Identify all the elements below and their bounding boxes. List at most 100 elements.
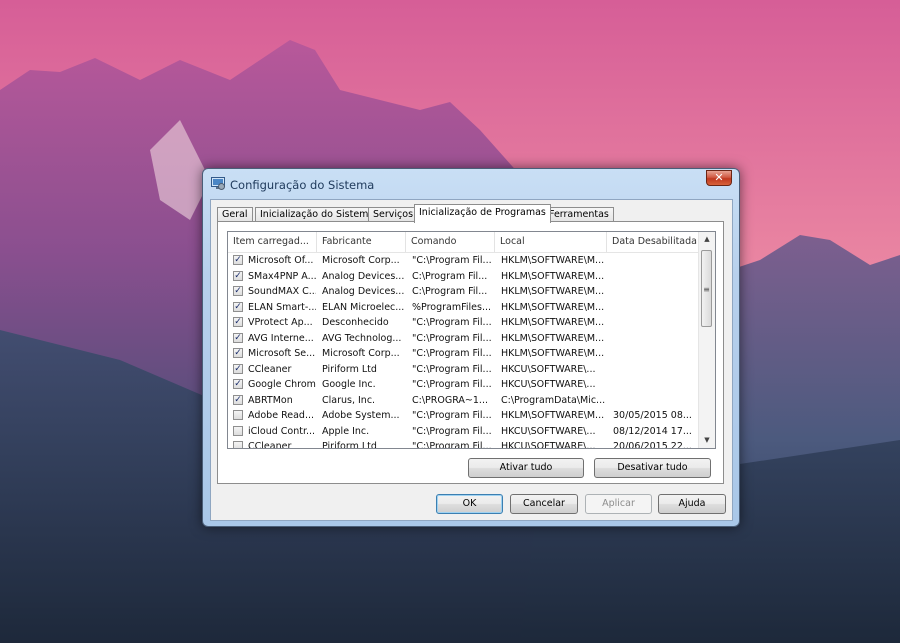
cell-date	[613, 377, 699, 393]
startup-item-checkbox[interactable]: ✓	[233, 270, 243, 281]
vertical-scrollbar[interactable]: ▲ ≡ ▼	[698, 232, 715, 448]
list-header: Item carregad... Fabricante Comando Loca…	[228, 232, 700, 253]
cell-date	[613, 253, 699, 269]
title-bar[interactable]: Configuração do Sistema ✕	[203, 169, 739, 199]
tab-startup[interactable]: Inicialização de Programas	[414, 204, 551, 223]
cell-location: HKLM\SOFTWARE\M...	[501, 410, 605, 421]
cell-maker: Piriform Ltd	[322, 441, 377, 449]
apply-button[interactable]: Aplicar	[585, 494, 652, 514]
table-row[interactable]: ✓ SMax4PNP A... Analog Devices... C:\Progra…	[228, 269, 700, 285]
column-header-date-disabled[interactable]: Data Desabilitada	[607, 232, 700, 252]
close-icon: ✕	[714, 171, 724, 184]
table-row[interactable]: CCleaner Piriform Ltd "C:\Program Fil... HK…	[228, 439, 700, 449]
cell-command: %ProgramFiles...	[412, 301, 492, 313]
startup-item-checkbox[interactable]: ✓	[233, 394, 243, 405]
startup-item-checkbox[interactable]	[233, 425, 243, 436]
table-row[interactable]: ✓ CCleaner Piriform Ltd "C:\Program Fil... H…	[228, 362, 700, 378]
cell-item: ABRTMon	[248, 394, 293, 406]
cell-maker: AVG Technolog...	[322, 332, 402, 344]
cell-command: C:\Program Fil...	[412, 270, 488, 282]
help-button[interactable]: Ajuda	[658, 494, 726, 514]
cell-item: VProtect Ap...	[248, 317, 313, 328]
close-button[interactable]: ✕	[706, 170, 732, 186]
cell-date	[613, 300, 699, 316]
tab-boot[interactable]: Inicialização do Sistema	[255, 207, 380, 222]
enable-all-button[interactable]: Ativar tudo	[468, 458, 584, 478]
startup-item-checkbox[interactable]: ✓	[233, 379, 243, 389]
scroll-thumb[interactable]: ≡	[701, 250, 712, 327]
cell-location: HKLM\SOFTWARE\M...	[501, 270, 605, 282]
scroll-down-arrow-icon[interactable]: ▼	[699, 433, 715, 448]
cell-item: iCloud Contr...	[248, 425, 316, 437]
table-row[interactable]: Adobe Read... Adobe System... "C:\Program …	[228, 408, 700, 424]
table-row[interactable]: ✓ ABRTMon Clarus, Inc. C:\PROGRA~1... C:\Pro…	[228, 393, 700, 409]
cell-item: SoundMAX C...	[248, 286, 316, 297]
cell-date	[613, 393, 699, 409]
table-row[interactable]: ✓ ELAN Smart-... ELAN Microelec... %Program…	[228, 300, 700, 316]
startup-item-checkbox[interactable]: ✓	[233, 301, 243, 312]
startup-item-checkbox[interactable]: ✓	[233, 255, 243, 265]
cell-maker: Piriform Ltd	[322, 363, 377, 375]
cell-location: HKCU\SOFTWARE\...	[501, 425, 596, 437]
cell-maker: Google Inc.	[322, 379, 376, 390]
cell-maker: ELAN Microelec...	[322, 301, 404, 313]
startup-items-list[interactable]: Item carregad... Fabricante Comando Loca…	[227, 231, 716, 449]
cell-maker: Analog Devices...	[322, 270, 404, 282]
startup-item-checkbox[interactable]	[233, 441, 243, 448]
cell-command: "C:\Program Fil...	[412, 348, 492, 359]
startup-item-checkbox[interactable]: ✓	[233, 348, 243, 358]
disable-all-button[interactable]: Desativar tudo	[594, 458, 711, 478]
cell-location: HKLM\SOFTWARE\M...	[501, 255, 605, 266]
cell-command: C:\Program Fil...	[412, 286, 488, 297]
cell-command: "C:\Program Fil...	[412, 410, 492, 421]
cell-location: HKCU\SOFTWARE\...	[501, 441, 596, 449]
table-row[interactable]: ✓ SoundMAX C... Analog Devices... C:\Progra…	[228, 284, 700, 300]
cell-date	[613, 269, 699, 285]
startup-tab-panel: Item carregad... Fabricante Comando Loca…	[217, 221, 724, 484]
cell-maker: Desconhecido	[322, 317, 389, 328]
cell-location: HKLM\SOFTWARE\M...	[501, 332, 605, 344]
table-row[interactable]: ✓ VProtect Ap... Desconhecido "C:\Program F…	[228, 315, 700, 331]
cell-location: HKCU\SOFTWARE\...	[501, 379, 596, 390]
cell-maker: Analog Devices...	[322, 286, 404, 297]
column-header-item[interactable]: Item carregad...	[228, 232, 317, 252]
cell-command: "C:\Program Fil...	[412, 441, 492, 449]
table-row[interactable]: ✓ AVG Interne... AVG Technolog... "C:\Progr…	[228, 331, 700, 347]
cell-date: 08/12/2014 17...	[613, 425, 692, 437]
ok-button[interactable]: OK	[436, 494, 503, 514]
table-row[interactable]: ✓ Google Chrome Google Inc. "C:\Program Fil…	[228, 377, 700, 393]
startup-item-checkbox[interactable]: ✓	[233, 317, 243, 327]
cancel-button[interactable]: Cancelar	[510, 494, 578, 514]
cell-date	[613, 315, 699, 331]
table-row[interactable]: ✓ Microsoft Of... Microsoft Corp... "C:\Pro…	[228, 253, 700, 269]
cell-location: HKLM\SOFTWARE\M...	[501, 286, 605, 297]
tab-tools[interactable]: Ferramentas	[544, 207, 614, 222]
cell-date	[613, 362, 699, 378]
cell-location: HKLM\SOFTWARE\M...	[501, 301, 605, 313]
startup-item-checkbox[interactable]	[233, 410, 243, 420]
cell-command: "C:\Program Fil...	[412, 332, 492, 344]
startup-item-checkbox[interactable]: ✓	[233, 286, 243, 296]
table-row[interactable]: ✓ Microsoft Se... Microsoft Corp... "C:\Pro…	[228, 346, 700, 362]
startup-item-checkbox[interactable]: ✓	[233, 363, 243, 374]
cell-item: Microsoft Of...	[248, 255, 314, 266]
window-title: Configuração do Sistema	[230, 178, 375, 192]
cell-command: C:\PROGRA~1...	[412, 394, 488, 406]
cell-item: AVG Interne...	[248, 332, 314, 344]
tab-services[interactable]: Serviços	[368, 207, 419, 222]
cell-command: "C:\Program Fil...	[412, 255, 492, 266]
cell-date	[613, 346, 699, 362]
startup-item-checkbox[interactable]: ✓	[233, 332, 243, 343]
cell-item: SMax4PNP A...	[248, 270, 316, 282]
column-header-manufacturer[interactable]: Fabricante	[317, 232, 406, 252]
cell-command: "C:\Program Fil...	[412, 317, 492, 328]
cell-maker: Apple Inc.	[322, 425, 370, 437]
cell-date	[613, 331, 699, 347]
tab-general[interactable]: Geral	[217, 207, 253, 222]
scroll-up-arrow-icon[interactable]: ▲	[699, 232, 715, 247]
cell-location: HKLM\SOFTWARE\M...	[501, 317, 605, 328]
table-row[interactable]: iCloud Contr... Apple Inc. "C:\Program Fil…	[228, 424, 700, 440]
column-header-command[interactable]: Comando	[406, 232, 495, 252]
column-header-location[interactable]: Local	[495, 232, 607, 252]
cell-item: Microsoft Se...	[248, 348, 316, 359]
